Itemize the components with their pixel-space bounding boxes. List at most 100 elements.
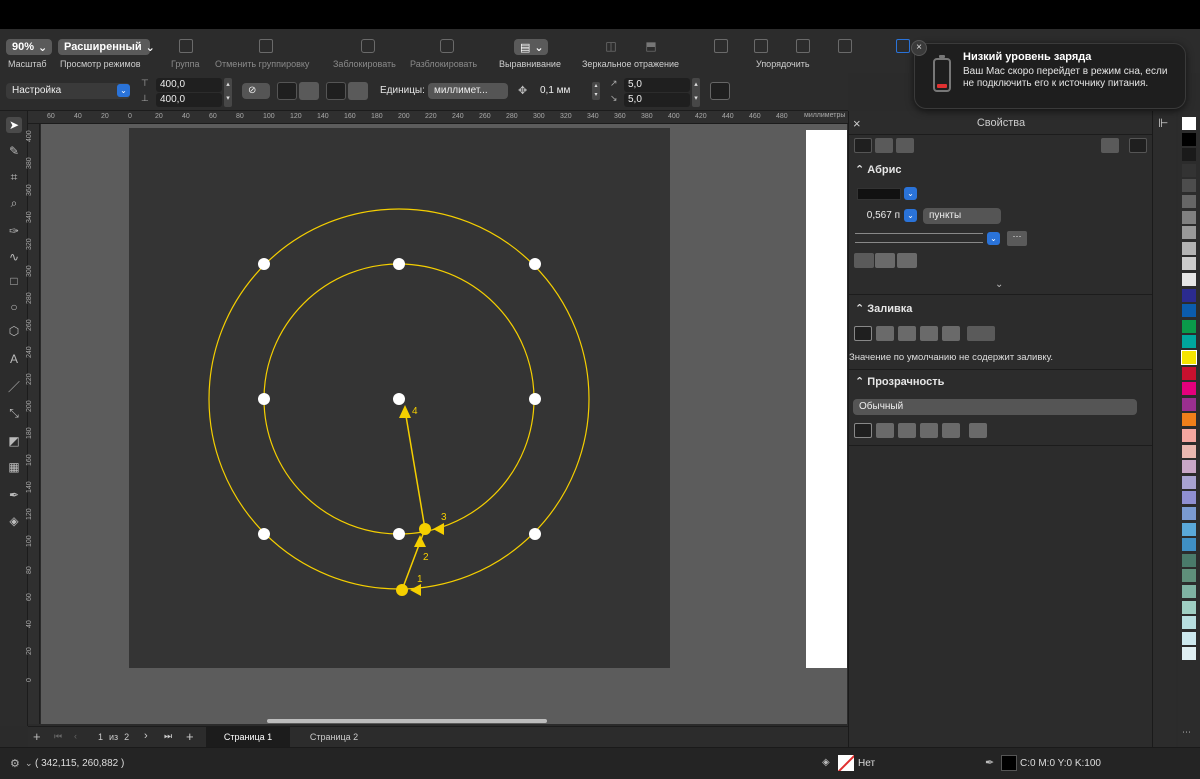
outline-color-swatch[interactable]: [857, 188, 901, 200]
palette-swatch[interactable]: [1182, 117, 1196, 130]
palette-swatch[interactable]: [1182, 569, 1196, 583]
duplicate-y-field[interactable]: 5,0: [624, 93, 690, 107]
palette-swatch[interactable]: [1182, 538, 1196, 552]
drop-shadow-icon[interactable]: ◩: [6, 433, 22, 449]
ellipse-tool-icon[interactable]: ○: [6, 299, 22, 315]
outer-node[interactable]: [529, 528, 541, 540]
inner-node[interactable]: [258, 393, 270, 405]
tab-page-1[interactable]: Страница 1: [206, 727, 290, 747]
text-tool-icon[interactable]: A: [6, 351, 22, 367]
inner-node[interactable]: [393, 258, 405, 270]
current-page-toggle[interactable]: [348, 82, 368, 100]
palette-swatch[interactable]: [1182, 179, 1196, 193]
group-button[interactable]: Группа: [168, 29, 204, 73]
freehand-tool-icon[interactable]: ✑: [6, 223, 22, 239]
palette-swatch[interactable]: [1181, 350, 1197, 365]
path-node-3[interactable]: [419, 523, 431, 535]
line-cap-icon[interactable]: [875, 253, 895, 268]
to-back-icon[interactable]: [838, 39, 852, 53]
drawing-svg[interactable]: 1 2 3 4: [129, 128, 670, 668]
palette-swatch[interactable]: [1182, 631, 1196, 645]
all-pages-toggle[interactable]: [326, 82, 346, 100]
chevron-down-icon[interactable]: ⌄: [904, 187, 917, 200]
palette-swatch[interactable]: [1182, 210, 1196, 224]
add-page-end-icon[interactable]: +: [186, 729, 194, 744]
next-page-icon[interactable]: ›: [144, 730, 148, 742]
corner-style-icon[interactable]: [854, 253, 874, 268]
center-node[interactable]: [393, 393, 405, 405]
ungroup-button[interactable]: Отменить группировку: [215, 29, 319, 73]
outer-node[interactable]: [258, 528, 270, 540]
expand-icon[interactable]: ⌄: [995, 279, 1003, 290]
eyedropper-icon[interactable]: ✒: [6, 487, 22, 503]
export-icon[interactable]: [1101, 138, 1119, 153]
zoom-dropdown[interactable]: 90% ⌄: [6, 39, 52, 55]
inner-node[interactable]: [529, 393, 541, 405]
palette-swatch[interactable]: [1182, 163, 1196, 177]
outer-node[interactable]: [258, 258, 270, 270]
path-node-1[interactable]: [396, 584, 408, 596]
more-fill-types-icon[interactable]: [967, 326, 995, 341]
palette-more-icon[interactable]: ⋯: [1182, 727, 1191, 738]
pick-tool-icon[interactable]: ➤: [6, 117, 22, 133]
to-front-icon[interactable]: [714, 39, 728, 53]
chevron-down-icon[interactable]: ⌄: [987, 232, 1000, 245]
palette-swatch[interactable]: [1182, 195, 1196, 208]
fill-tool-icon[interactable]: ◈: [6, 513, 22, 529]
palette-swatch[interactable]: [1182, 491, 1196, 505]
texture-transparency-icon[interactable]: [942, 423, 960, 438]
outline-tab-icon[interactable]: [854, 138, 872, 153]
units-dropdown[interactable]: миллимет...: [428, 83, 508, 99]
align-left-icon[interactable]: [896, 39, 910, 53]
more-options-icon[interactable]: ···: [1007, 231, 1027, 246]
line-tool-icon[interactable]: ／: [6, 379, 22, 395]
duplicate-stepper[interactable]: ▴ ▾: [692, 78, 700, 107]
add-page-icon[interactable]: +: [33, 729, 41, 744]
transparency-mode-dropdown[interactable]: Обычный: [853, 399, 1137, 415]
palette-swatch[interactable]: [1182, 600, 1196, 614]
nudge-field[interactable]: 0,1 мм: [536, 84, 592, 98]
blend-path[interactable]: [401, 409, 426, 591]
uniform-fill-icon[interactable]: [876, 326, 894, 341]
fill-tab-icon[interactable]: [875, 138, 893, 153]
fill-none-swatch[interactable]: [838, 755, 854, 771]
palette-swatch[interactable]: [1182, 288, 1196, 302]
more-transparency-icon[interactable]: [969, 423, 987, 438]
view-mode-dropdown[interactable]: Расширенный ⌄: [58, 39, 155, 55]
chevron-down-icon[interactable]: ⌄: [25, 758, 33, 769]
connector-tool-icon[interactable]: ⤡: [6, 405, 22, 421]
height-field[interactable]: 400,0: [156, 93, 222, 107]
inner-node[interactable]: [393, 528, 405, 540]
transparency-tab-icon[interactable]: [896, 138, 914, 153]
palette-swatch[interactable]: [1182, 273, 1196, 286]
lock-ratio-button[interactable]: ⊘: [242, 83, 270, 99]
pattern-transparency-icon[interactable]: [920, 423, 938, 438]
outline-units-dropdown[interactable]: пункты: [923, 208, 1001, 224]
no-fill-icon[interactable]: [854, 326, 872, 341]
outline-color-swatch[interactable]: [1001, 755, 1017, 771]
prev-page-icon[interactable]: ‹: [74, 731, 77, 741]
unlock-button[interactable]: Разблокировать: [410, 29, 484, 73]
palette-swatch[interactable]: [1182, 257, 1196, 271]
fill-section-header[interactable]: ⌃ Заливка: [855, 302, 912, 315]
palette-swatch[interactable]: [1182, 522, 1196, 536]
palette-swatch[interactable]: [1182, 241, 1196, 255]
palette-swatch[interactable]: [1182, 319, 1196, 333]
low-battery-notification[interactable]: × Низкий уровень заряда Ваш Mac скоро пе…: [911, 40, 1186, 109]
drawing-canvas[interactable]: 1 2 3 4: [41, 124, 847, 724]
texture-fill-icon[interactable]: [942, 326, 960, 341]
uniform-transparency-icon[interactable]: [876, 423, 894, 438]
nudge-stepper[interactable]: ▴ ▾: [592, 82, 600, 100]
gear-icon[interactable]: ⚙: [10, 757, 20, 770]
palette-swatch[interactable]: [1182, 647, 1196, 661]
palette-swatch[interactable]: [1182, 475, 1196, 489]
panel-options-icon[interactable]: [1129, 138, 1147, 153]
close-notification-icon[interactable]: ×: [911, 40, 927, 56]
palette-swatch[interactable]: [1182, 397, 1196, 411]
palette-swatch[interactable]: [1182, 413, 1196, 427]
line-style-preview[interactable]: [855, 233, 983, 243]
palette-swatch[interactable]: [1182, 132, 1196, 146]
palette-swatch[interactable]: [1182, 366, 1196, 380]
horizontal-scrollbar[interactable]: [267, 719, 547, 723]
size-stepper[interactable]: ▴ ▾: [224, 78, 232, 107]
